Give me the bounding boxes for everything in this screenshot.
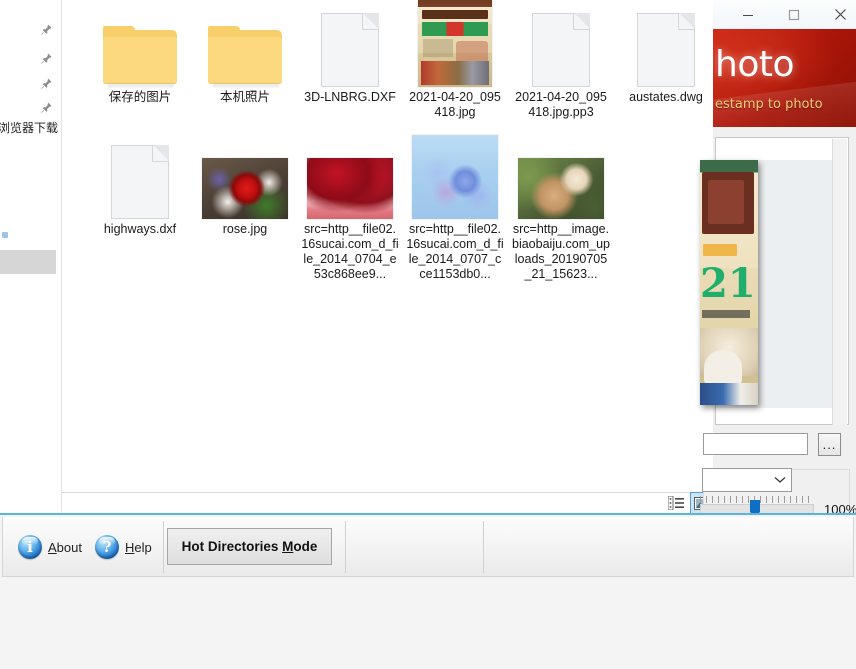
toolbar-divider xyxy=(345,521,346,573)
file-thumbnail xyxy=(90,118,190,222)
document-icon xyxy=(111,145,169,219)
stamp-app-bottom-panel: i About ? Help Hot Directories Mode Form… xyxy=(0,513,856,669)
folder-icon xyxy=(103,26,177,87)
file-name: src=http__file02.16sucai.com_d_file_2014… xyxy=(301,222,399,281)
toolbar-divider xyxy=(163,521,164,573)
browse-button[interactable]: ... xyxy=(818,433,841,456)
image-thumbnail xyxy=(307,158,393,219)
app-title-bar xyxy=(713,0,856,30)
file-thumbnail xyxy=(405,0,505,90)
toolbar-divider xyxy=(483,521,484,573)
file-thumbnail xyxy=(195,118,295,222)
document-icon xyxy=(637,13,695,87)
list-item[interactable]: src=http__file02.16sucai.com_d_file_2014… xyxy=(300,118,400,282)
file-thumbnail xyxy=(616,0,716,90)
app-banner-subtitle: estamp to photo xyxy=(715,97,823,112)
list-item[interactable]: austates.dwg xyxy=(616,0,716,105)
file-thumbnail xyxy=(90,0,190,90)
app-banner: hoto estamp to photo xyxy=(713,29,856,127)
document-icon xyxy=(321,13,379,87)
document-icon xyxy=(532,13,590,87)
list-item[interactable]: highways.dxf xyxy=(90,118,190,237)
file-name: highways.dxf xyxy=(103,222,177,236)
pin-icon[interactable] xyxy=(39,23,53,37)
file-name: src=http__file02.16sucai.com_d_file_2014… xyxy=(406,222,504,281)
file-thumbnail xyxy=(195,0,295,90)
image-thumbnail xyxy=(418,0,492,87)
file-name: rose.jpg xyxy=(222,222,268,236)
list-item[interactable]: src=http__image.biaobaiju.com_uploads_20… xyxy=(511,118,611,282)
file-name: 保存的图片 xyxy=(108,90,172,104)
file-name: austates.dwg xyxy=(629,90,703,104)
about-button[interactable]: i About xyxy=(18,535,82,559)
nav-item-selected[interactable] xyxy=(0,250,56,274)
details-view-icon[interactable] xyxy=(664,492,688,514)
nav-item-marker xyxy=(2,232,8,238)
list-item[interactable]: 3D-LNBRG.DXF xyxy=(300,0,400,105)
list-item[interactable]: 本机照片 xyxy=(195,0,295,105)
minimize-button[interactable] xyxy=(725,0,771,29)
folder-icon xyxy=(208,26,282,87)
file-thumbnail xyxy=(405,95,505,222)
output-path-input[interactable] xyxy=(703,433,808,455)
file-thumbnail xyxy=(300,0,400,90)
hot-directories-mode-label: Hot Directories Mode xyxy=(181,539,318,554)
pin-icon[interactable] xyxy=(39,52,53,66)
image-thumbnail xyxy=(412,135,498,219)
list-item[interactable]: 保存的图片 xyxy=(90,0,190,105)
help-button[interactable]: ? Help xyxy=(95,535,152,559)
explorer-navigation-pane[interactable]: 浏览器下载 xyxy=(0,0,62,513)
nav-item-label-truncated[interactable]: 浏览器下载 xyxy=(0,119,58,136)
image-thumbnail xyxy=(202,158,288,219)
list-item[interactable]: 2021-04-20_095418.jpg.pp3 xyxy=(511,0,611,120)
stamp-app-window: hoto estamp to photo 21 ... 100% xyxy=(700,0,856,524)
help-button-label: Help xyxy=(125,539,152,555)
app-body: 21 ... 100% xyxy=(700,127,856,524)
maximize-button[interactable] xyxy=(771,0,817,29)
file-thumbnail xyxy=(511,0,611,90)
preview-canvas[interactable]: 21 xyxy=(700,160,834,408)
pin-icon[interactable] xyxy=(39,77,53,91)
output-path-row: ... xyxy=(703,433,856,459)
preview-image: 21 xyxy=(700,160,758,405)
file-name: 3D-LNBRG.DXF xyxy=(304,90,396,104)
file-name: 2021-04-20_095418.jpg.pp3 xyxy=(515,90,607,119)
preview-area[interactable]: 21 xyxy=(700,137,849,425)
image-thumbnail xyxy=(518,158,604,219)
about-button-label: About xyxy=(48,539,82,555)
file-thumbnail xyxy=(511,118,611,222)
list-item[interactable]: rose.jpg xyxy=(195,118,295,237)
file-thumbnail xyxy=(300,118,400,222)
preview-image-year: 21 xyxy=(700,260,756,307)
explorer-status-bar xyxy=(62,492,717,514)
preview-scrollbar[interactable] xyxy=(832,139,847,425)
pin-icon[interactable] xyxy=(39,101,53,115)
screenshot-root: 浏览器下载 保存的图片 本机照片 3D-LNBRG.DXF 2021-04-20… xyxy=(0,0,856,669)
file-name: 本机照片 xyxy=(219,90,270,104)
close-button[interactable] xyxy=(817,0,856,29)
list-item[interactable]: src=http__file02.16sucai.com_d_file_2014… xyxy=(405,95,505,282)
app-banner-title: hoto xyxy=(715,44,794,85)
hot-directories-mode-button[interactable]: Hot Directories Mode xyxy=(167,528,332,565)
question-icon: ? xyxy=(95,535,119,559)
explorer-file-list[interactable]: 保存的图片 本机照片 3D-LNBRG.DXF 2021-04-20_09541… xyxy=(62,0,718,492)
chevron-down-icon xyxy=(774,477,786,483)
file-name: src=http__image.biaobaiju.com_uploads_20… xyxy=(512,222,610,281)
info-icon: i xyxy=(18,535,42,559)
zoom-preset-dropdown[interactable] xyxy=(702,468,792,492)
